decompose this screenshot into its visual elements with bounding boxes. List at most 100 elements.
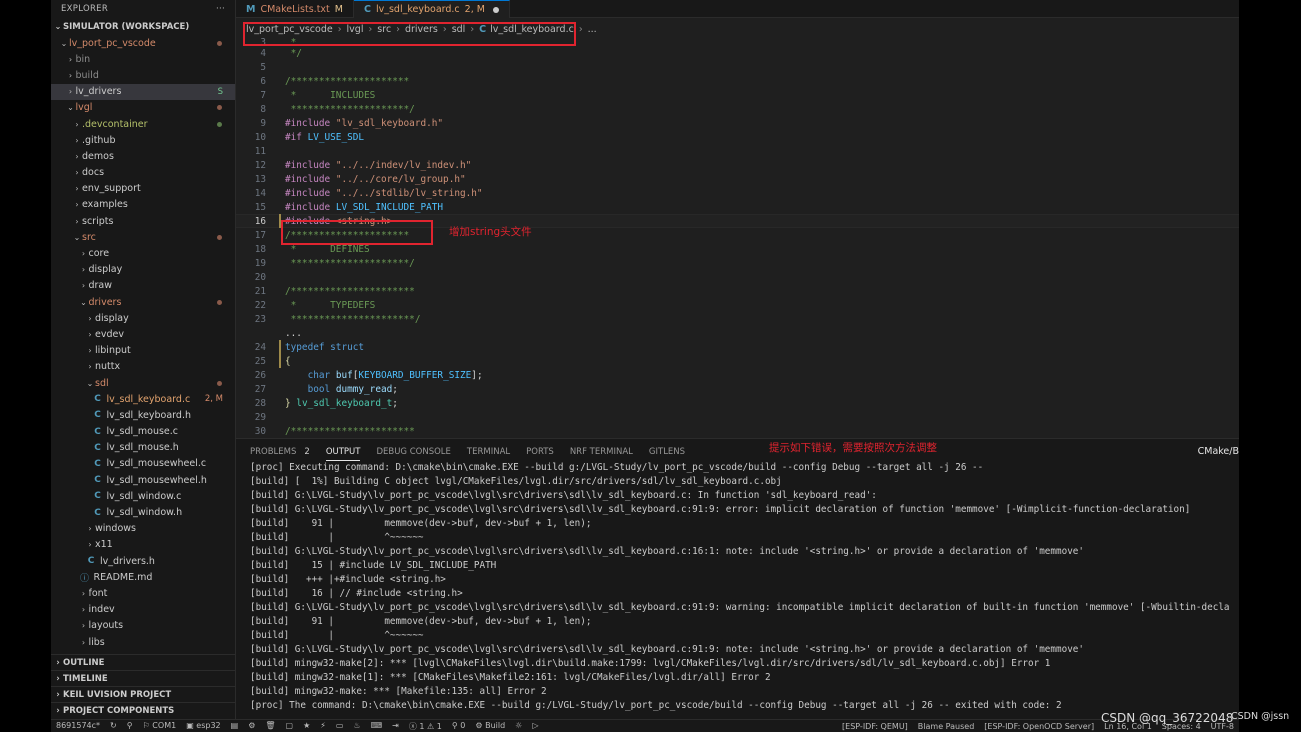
- status-item[interactable]: ★: [303, 721, 310, 732]
- tree-item[interactable]: Clv_sdl_keyboard.h: [51, 407, 235, 423]
- chevron-right-icon: ›: [75, 135, 79, 145]
- tree-item[interactable]: › build: [51, 67, 235, 83]
- status-item[interactable]: ⚡: [320, 721, 326, 732]
- tree-item[interactable]: › core: [51, 245, 235, 261]
- gutter: [266, 130, 285, 144]
- tree-item[interactable]: Clv_sdl_mousewheel.c: [51, 456, 235, 472]
- status-item[interactable]: ↻: [110, 721, 117, 732]
- tree-item[interactable]: Clv_sdl_mouse.h: [51, 440, 235, 456]
- editor-tab[interactable]: M CMakeLists.txt M: [236, 0, 354, 18]
- workspace-section[interactable]: ⌄ SIMULATOR (WORKSPACE): [51, 18, 235, 35]
- status-item[interactable]: ⓧ 1 ⚠ 1: [409, 721, 442, 732]
- gutter: [266, 158, 285, 172]
- status-item[interactable]: 🗑: [265, 721, 275, 732]
- chevron-right-icon: ›: [88, 362, 92, 372]
- tree-item[interactable]: Clv_drivers.h: [51, 553, 235, 569]
- gutter: [266, 382, 285, 396]
- tree-item[interactable]: › examples: [51, 197, 235, 213]
- tree-item[interactable]: › lv_drivers S: [51, 83, 235, 100]
- status-item[interactable]: ▭: [336, 721, 344, 732]
- tree-item[interactable]: › demos: [51, 148, 235, 164]
- tree-item[interactable]: › windows: [51, 521, 235, 537]
- tree-item[interactable]: › indev: [51, 602, 235, 618]
- tree-item[interactable]: ⌄ drivers: [51, 294, 235, 310]
- chevron-right-icon: ›: [75, 168, 79, 178]
- gutter: [266, 396, 285, 410]
- tree-item[interactable]: › font: [51, 585, 235, 601]
- code-line: 15 #include LV_SDL_INCLUDE_PATH: [236, 200, 1239, 214]
- code-token: /*********************: [285, 75, 410, 87]
- tree-item[interactable]: Clv_sdl_window.c: [51, 488, 235, 504]
- tree-item[interactable]: › display: [51, 262, 235, 278]
- status-item[interactable]: ⇥: [392, 721, 399, 732]
- line-number: 12: [254, 159, 266, 171]
- tree-item[interactable]: › libs: [51, 634, 235, 650]
- tree-item[interactable]: › evdev: [51, 326, 235, 342]
- status-item[interactable]: ⚙: [248, 721, 255, 732]
- status-item[interactable]: ▤: [231, 721, 239, 732]
- tree-item[interactable]: › layouts: [51, 618, 235, 634]
- chevron-down-icon: ⌄: [54, 22, 62, 31]
- code-line: 5: [236, 60, 1239, 74]
- tree-item[interactable]: › draw: [51, 278, 235, 294]
- c-file-icon: C: [94, 458, 101, 469]
- tree-item[interactable]: › .github: [51, 132, 235, 148]
- code-line: 7 * INCLUDES: [236, 88, 1239, 102]
- status-item[interactable]: ▣ esp32: [186, 721, 220, 732]
- tree-item[interactable]: ⌄ lv_port_pc_vscode: [51, 35, 235, 51]
- status-item[interactable]: ⚲: [127, 721, 133, 732]
- tree-item[interactable]: Clv_sdl_mouse.c: [51, 424, 235, 440]
- tree-item[interactable]: › nuttx: [51, 359, 235, 375]
- code-line: 30 /**********************: [236, 424, 1239, 437]
- status-item[interactable]: [ESP-IDF: QEMU]: [842, 722, 908, 731]
- tree-item[interactable]: › scripts: [51, 213, 235, 229]
- file-type-icon: C: [363, 4, 371, 15]
- sidebar-section[interactable]: › TIMELINE: [51, 670, 235, 686]
- sidebar-section[interactable]: › KEIL UVISION PROJECT: [51, 686, 235, 702]
- status-item[interactable]: ♨: [353, 721, 360, 732]
- status-item[interactable]: 8691574c*: [56, 721, 100, 732]
- tree-item[interactable]: › libinput: [51, 343, 235, 359]
- status-item[interactable]: ⚲ 0: [452, 721, 466, 732]
- status-item[interactable]: ⚙ Build: [475, 721, 505, 732]
- tree-item[interactable]: Clv_sdl_window.h: [51, 504, 235, 520]
- tree-item[interactable]: ⌄ sdl: [51, 375, 235, 391]
- tree-item[interactable]: ⌄ src: [51, 229, 235, 245]
- status-item[interactable]: ▷: [532, 721, 538, 732]
- status-item[interactable]: ⚐ COM1: [143, 721, 177, 732]
- editor-tab[interactable]: Clv_sdl_keyboard.c 2, M: [353, 0, 510, 18]
- tree-item-label: x11: [95, 539, 113, 551]
- tree-item[interactable]: › bin: [51, 51, 235, 67]
- status-item[interactable]: ▢: [286, 721, 294, 732]
- code-text: #include "../../stdlib/lv_string.h": [285, 188, 483, 199]
- code-token: #include: [285, 159, 336, 171]
- sidebar-section[interactable]: › PROJECT COMPONENTS: [51, 702, 235, 718]
- output-channel-select[interactable]: CMake/B: [1198, 446, 1239, 457]
- tree-item-label: examples: [82, 199, 128, 211]
- status-item[interactable]: ⌨: [371, 721, 383, 732]
- chevron-down-icon: ⌄: [86, 378, 94, 388]
- tree-item[interactable]: › x11: [51, 537, 235, 553]
- chevron-right-icon: ›: [75, 151, 79, 161]
- unsaved-dot-icon[interactable]: [492, 6, 499, 13]
- tree-item[interactable]: › display: [51, 310, 235, 326]
- code-line: ...: [236, 326, 1239, 340]
- sidebar-section[interactable]: › OUTLINE: [51, 654, 235, 670]
- chevron-right-icon: ›: [75, 200, 79, 210]
- tree-item[interactable]: › env_support: [51, 181, 235, 197]
- tree-item[interactable]: ⌄ lvgl: [51, 100, 235, 116]
- tab-status: 2, M: [464, 4, 485, 15]
- tree-item[interactable]: › .devcontainer: [51, 116, 235, 132]
- output-log[interactable]: [proc] Executing command: D:\cmake\bin\c…: [250, 461, 1239, 713]
- breadcrumb-item[interactable]: ...: [588, 24, 597, 35]
- tree-item[interactable]: ⓘ README.md: [51, 569, 235, 585]
- tree-item[interactable]: Clv_sdl_mousewheel.h: [51, 472, 235, 488]
- tree-item[interactable]: Clv_sdl_keyboard.c 2, M: [51, 391, 235, 407]
- status-item[interactable]: Blame Paused: [918, 722, 974, 731]
- tree-item-label: scripts: [82, 215, 114, 227]
- more-actions-icon[interactable]: ···: [216, 4, 225, 14]
- tree-item[interactable]: › docs: [51, 165, 235, 181]
- status-item[interactable]: ☼: [515, 721, 522, 732]
- status-item[interactable]: [ESP-IDF: OpenOCD Server]: [984, 722, 1094, 731]
